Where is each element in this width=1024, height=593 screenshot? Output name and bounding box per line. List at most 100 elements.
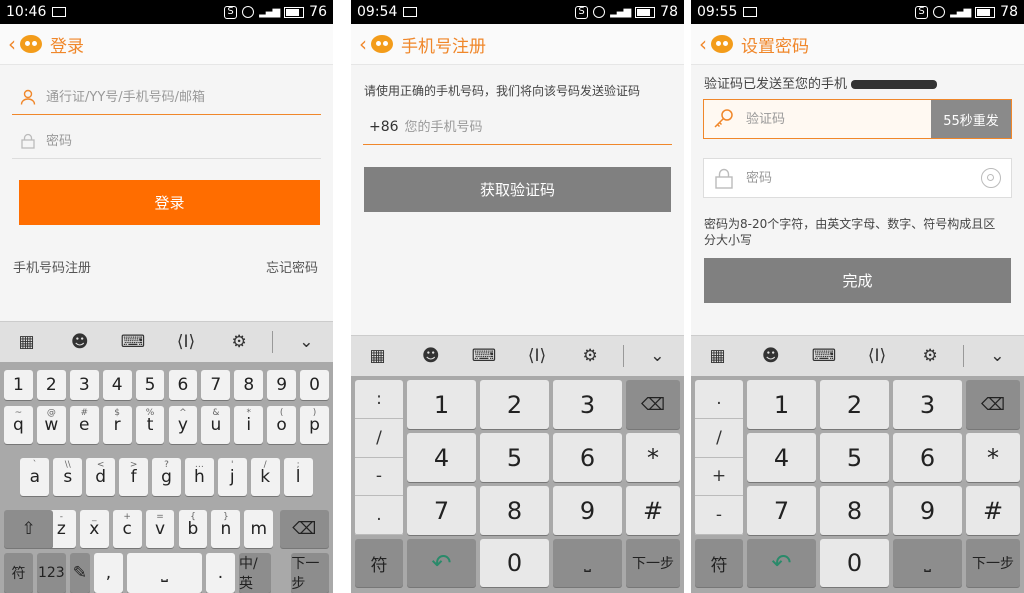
key-y[interactable]: y ^ xyxy=(168,406,198,444)
symbol-key[interactable]: 符 xyxy=(695,539,743,587)
key-1[interactable]: 1 xyxy=(407,380,476,429)
settings-icon[interactable]: ⚙ xyxy=(219,332,259,352)
shift-key[interactable]: ⇧ xyxy=(4,510,54,548)
key-1[interactable]: 1 xyxy=(747,380,816,429)
key-l[interactable]: l; xyxy=(283,458,313,496)
account-field[interactable] xyxy=(12,80,321,115)
key-7[interactable]: 7 xyxy=(747,486,816,535)
emoji-icon[interactable]: ☻ xyxy=(751,346,791,366)
input-mode-key[interactable]: ✎ xyxy=(69,553,91,593)
key-0[interactable]: 0 xyxy=(300,370,329,400)
key-2[interactable]: 2 xyxy=(480,380,549,429)
emoji-icon[interactable]: ☻ xyxy=(60,332,100,352)
return-key[interactable]: ↶ xyxy=(407,539,476,587)
symbol-key[interactable]: + xyxy=(695,458,743,497)
back-icon[interactable]: ‹ xyxy=(359,32,367,56)
key-7[interactable]: 7 xyxy=(407,486,476,535)
keyboard-icon[interactable]: ⌨ xyxy=(464,346,504,366)
key-5[interactable]: 5 xyxy=(480,433,549,482)
code-input[interactable] xyxy=(744,110,931,128)
key-n[interactable]: n} xyxy=(211,510,241,548)
key-4[interactable]: 4 xyxy=(102,370,132,400)
password-field[interactable] xyxy=(12,124,321,159)
key-0[interactable]: 0 xyxy=(820,539,889,587)
key-4[interactable]: 4 xyxy=(747,433,816,482)
backspace-key[interactable]: ⌫ xyxy=(626,380,680,429)
account-input[interactable] xyxy=(44,88,321,106)
language-key[interactable]: 中/英 xyxy=(238,553,271,593)
phone-field[interactable]: +86 xyxy=(363,110,672,145)
key-t[interactable]: t% xyxy=(135,406,165,444)
space-key[interactable]: ⎵ xyxy=(893,539,962,587)
symbol-key[interactable]: : xyxy=(355,380,403,419)
emoji-icon[interactable]: ☻ xyxy=(411,346,451,366)
key-3[interactable]: 3 xyxy=(893,380,962,429)
cursor-icon[interactable]: ⟨I⟩ xyxy=(517,346,557,366)
return-key[interactable]: ↶ xyxy=(747,539,816,587)
star-key[interactable]: * xyxy=(966,433,1020,482)
cursor-icon[interactable]: ⟨I⟩ xyxy=(166,332,206,352)
key-s[interactable]: s \\ xyxy=(53,458,83,496)
phone-input[interactable] xyxy=(402,118,672,136)
key-8[interactable]: 8 xyxy=(480,486,549,535)
login-button[interactable]: 登录 xyxy=(19,180,320,225)
key-k[interactable]: k / xyxy=(250,458,280,496)
key-0[interactable]: 0 xyxy=(480,539,549,587)
forgot-password-link[interactable]: 忘记密码 xyxy=(266,257,318,276)
key-6[interactable]: 6 xyxy=(553,433,622,482)
password-input[interactable] xyxy=(44,132,321,150)
hash-key[interactable]: # xyxy=(626,486,680,535)
key-g[interactable]: g? xyxy=(152,458,181,496)
get-code-button[interactable]: 获取验证码 xyxy=(364,167,671,212)
key-7[interactable]: 7 xyxy=(201,370,231,400)
key-q[interactable]: q ~ xyxy=(4,406,33,444)
key-d[interactable]: d < xyxy=(86,458,116,496)
country-code[interactable]: +86 xyxy=(369,119,399,135)
key-5[interactable]: 5 xyxy=(135,370,165,400)
key-3[interactable]: 3 xyxy=(553,380,622,429)
register-link[interactable]: 手机号码注册 xyxy=(13,257,91,276)
key-c[interactable]: c + xyxy=(112,510,142,548)
collapse-keyboard-icon[interactable]: ⌄ xyxy=(977,346,1017,366)
show-password-icon[interactable] xyxy=(981,168,1001,188)
key-6[interactable]: 6 xyxy=(168,370,198,400)
space-key[interactable]: ⎵ xyxy=(553,539,622,587)
next-key[interactable]: 下一步 xyxy=(291,553,329,593)
code-field[interactable]: 55秒重发 xyxy=(703,99,1012,139)
key-f[interactable]: f > xyxy=(119,458,149,496)
key-5[interactable]: 5 xyxy=(820,433,889,482)
backspace-key[interactable]: ⌫ xyxy=(279,510,329,548)
apps-icon[interactable]: ▦ xyxy=(698,346,738,366)
symbol-key[interactable]: . xyxy=(695,380,743,419)
keyboard-icon[interactable]: ⌨ xyxy=(113,332,153,352)
apps-icon[interactable]: ▦ xyxy=(358,346,398,366)
next-key[interactable]: 下一步 xyxy=(626,539,680,587)
numbers-key[interactable]: 123 xyxy=(36,553,66,593)
key-b[interactable]: b{ xyxy=(178,510,208,548)
apps-icon[interactable]: ▦ xyxy=(7,332,47,352)
symbol-key[interactable]: / xyxy=(695,419,743,458)
collapse-keyboard-icon[interactable]: ⌄ xyxy=(286,332,326,352)
password-input[interactable] xyxy=(744,169,981,187)
key-o[interactable]: o( xyxy=(267,406,297,444)
star-key[interactable]: * xyxy=(626,433,680,482)
key-j[interactable]: j ' xyxy=(217,458,247,496)
key-8[interactable]: 8 xyxy=(234,370,264,400)
key-x[interactable]: x _ xyxy=(79,510,109,548)
comma-key[interactable]: , xyxy=(94,553,123,593)
back-icon[interactable]: ‹ xyxy=(8,32,16,56)
key-h[interactable]: h… xyxy=(184,458,214,496)
collapse-keyboard-icon[interactable]: ⌄ xyxy=(637,346,677,366)
settings-icon[interactable]: ⚙ xyxy=(910,346,950,366)
keyboard-icon[interactable]: ⌨ xyxy=(804,346,844,366)
symbol-key[interactable]: / xyxy=(355,419,403,458)
key-8[interactable]: 8 xyxy=(820,486,889,535)
key-p[interactable]: p) xyxy=(300,406,329,444)
next-key[interactable]: 下一步 xyxy=(966,539,1020,587)
space-key[interactable]: ⎵ xyxy=(126,553,203,593)
settings-icon[interactable]: ⚙ xyxy=(570,346,610,366)
key-9[interactable]: 9 xyxy=(553,486,622,535)
symbol-column[interactable]: : / -. xyxy=(355,380,403,535)
symbol-column[interactable]: . / + - xyxy=(695,380,743,535)
key-4[interactable]: 4 xyxy=(407,433,476,482)
